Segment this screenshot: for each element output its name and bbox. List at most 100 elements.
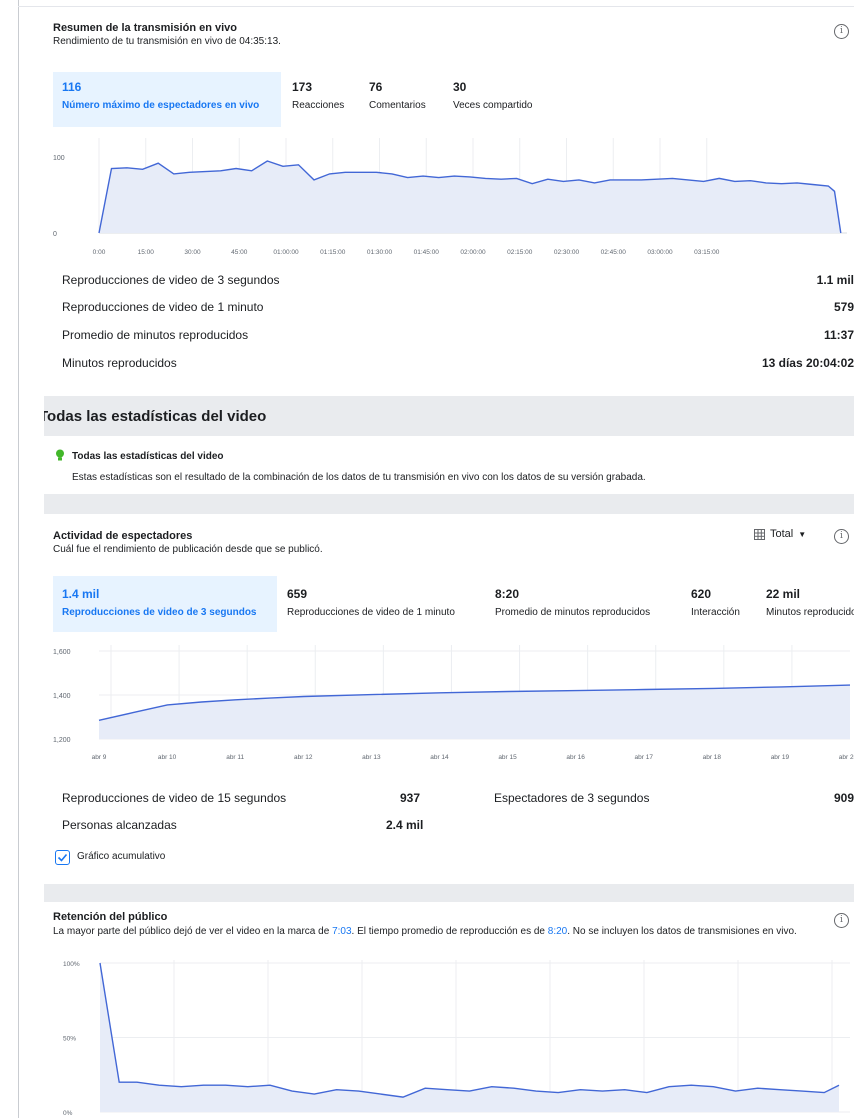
stat-label-3s-viewers: Espectadores de 3 segundos [494, 791, 650, 805]
retention-description: La mayor parte del público dejó de ver e… [53, 925, 813, 939]
caret-down-icon: ▼ [798, 529, 807, 539]
all-stats-notice-title: Todas las estadísticas del video [72, 451, 224, 462]
tab-3s-views[interactable]: 1.4 mil Reproducciones de video de 3 seg… [53, 576, 277, 632]
tab-shares[interactable]: 30 Veces compartido [453, 80, 533, 111]
x-tick-label: 02:15:00 [507, 249, 533, 256]
x-tick-label: abr 12 [294, 754, 313, 761]
tab-reactions-label: Reacciones [292, 100, 345, 111]
panel-left-border [18, 0, 19, 1118]
tab-peak-live-viewers-value: 116 [62, 80, 82, 94]
x-tick-label: 01:45:00 [414, 249, 440, 256]
x-tick-label: 0:00 [93, 249, 106, 256]
x-tick-label: 02:00:00 [460, 249, 486, 256]
tab-1min-views-value: 659 [287, 587, 308, 601]
stat-value-15s-views: 937 [400, 791, 421, 805]
live-viewers-chart: 0:00 15:00 30:00 45:00 01:00:00 01:15:00 01:30… [53, 138, 847, 256]
x-tick-label: 01:30:00 [367, 249, 393, 256]
x-tick-label: abr 10 [158, 754, 177, 761]
viewer-activity-chart: abr 9 abr 10 abr 11 abr 12 abr 13 abr 14 abr 1… [53, 645, 854, 761]
metric-value-avg-minutes: 11:37 [823, 328, 854, 342]
tab-3s-views-value: 1.4 mil [62, 587, 100, 601]
retention-avg-time: 8:20 [547, 926, 568, 937]
x-tick-label: abr 13 [362, 754, 381, 761]
tab-minutes-viewed-label: Minutos reproducidos [766, 607, 854, 618]
tab-engagement-value: 620 [691, 587, 712, 601]
stat-label-people-reached: Personas alcanzadas [62, 818, 177, 832]
metric-label-1min-views: Reproducciones de video de 1 minuto [62, 300, 264, 314]
x-tick-label: 15:00 [138, 249, 155, 256]
cumulative-chart-label: Gráfico acumulativo [77, 851, 166, 862]
x-tick-label: abr 17 [635, 754, 654, 761]
retention-chart: 100% 50% 0% [63, 960, 850, 1117]
tab-peak-live-viewers[interactable]: 116 Número máximo de espectadores en viv… [53, 72, 281, 127]
tab-comments-label: Comentarios [369, 100, 426, 111]
tab-1min-views-label: Reproducciones de video de 1 minuto [287, 607, 455, 618]
metric-value-3s-views: 1.1 mil [816, 273, 854, 287]
stat-value-people-reached: 2.4 mil [386, 818, 424, 832]
tab-comments[interactable]: 76 Comentarios [369, 80, 426, 111]
x-tick-label: abr 9 [92, 754, 107, 761]
y-tick-label: 100% [63, 961, 80, 968]
viewer-activity-title: Actividad de espectadores [53, 530, 193, 542]
tab-reactions-value: 173 [292, 80, 313, 94]
y-tick-label: 50% [63, 1036, 76, 1043]
x-tick-label: 02:45:00 [601, 249, 627, 256]
x-tick-label: abr 16 [566, 754, 585, 761]
tab-engagement[interactable]: 620 Interacción [691, 587, 740, 618]
x-tick-label: abr 19 [771, 754, 790, 761]
tab-avg-minutes[interactable]: 8:20 Promedio de minutos reproducidos [495, 587, 650, 618]
retention-drop-mark: 7:03 [332, 926, 352, 937]
x-tick-label: 01:00:00 [273, 249, 299, 256]
x-tick-label: 02:30:00 [554, 249, 580, 256]
viewer-activity-subtitle: Cuál fue el rendimiento de publicación d… [53, 544, 323, 555]
live-summary-subtitle: Rendimiento de tu transmisión en vivo de… [53, 36, 281, 47]
y-tick-label: 0 [53, 231, 57, 238]
tab-shares-label: Veces compartido [453, 100, 533, 111]
x-tick-label: 01:15:00 [320, 249, 346, 256]
retention-title: Retención del público [53, 911, 168, 923]
panel-top-border [18, 6, 854, 7]
live-summary-title: Resumen de la transmisión en vivo [53, 22, 238, 34]
tab-minutes-viewed[interactable]: 22 mil Minutos reproducidos [766, 587, 854, 618]
x-tick-label: abr 15 [498, 754, 517, 761]
total-dropdown[interactable]: Total ▼ [754, 528, 806, 540]
retention-desc-part2: . El tiempo promedio de reproducción es … [351, 926, 548, 937]
y-tick-label: 0% [63, 1110, 73, 1117]
viewer-activity-info-icon[interactable]: i [834, 529, 849, 544]
series-line [99, 962, 840, 1098]
tab-avg-minutes-value: 8:20 [495, 587, 520, 601]
metric-label-avg-minutes: Promedio de minutos reproducidos [62, 328, 249, 342]
retention-info-icon[interactable]: i [834, 913, 849, 928]
x-tick-label: 30:00 [184, 249, 201, 256]
x-tick-label: abr 14 [430, 754, 449, 761]
y-tick-label: 100 [53, 155, 65, 162]
stat-label-15s-views: Reproducciones de video de 15 segundos [62, 791, 287, 805]
tab-3s-views-label: Reproducciones de video de 3 segundos [62, 607, 257, 618]
x-tick-label: abr 18 [703, 754, 722, 761]
all-stats-notice-body: Estas estadísticas son el resultado de l… [72, 472, 646, 483]
live-summary-info-icon[interactable]: i [834, 24, 849, 39]
lightbulb-icon [56, 449, 64, 461]
metric-label-minutes-viewed: Minutos reproducidos [62, 356, 177, 370]
tab-minutes-viewed-value: 22 mil [766, 587, 801, 601]
metric-label-3s-views: Reproducciones de video de 3 segundos [62, 273, 280, 287]
cumulative-chart-checkbox[interactable] [55, 850, 70, 865]
y-tick-label: 1,400 [53, 693, 71, 700]
y-tick-label: 1,600 [53, 649, 71, 656]
section-divider-band [44, 494, 854, 514]
metric-value-1min-views: 579 [833, 300, 854, 314]
tab-shares-value: 30 [453, 80, 467, 94]
x-tick-label: 03:00:00 [647, 249, 673, 256]
tab-avg-minutes-label: Promedio de minutos reproducidos [495, 607, 651, 618]
tab-1min-views[interactable]: 659 Reproducciones de video de 1 minuto [287, 587, 455, 618]
total-dropdown-label: Total [770, 528, 794, 540]
x-tick-label: 03:15:00 [694, 249, 720, 256]
tab-comments-value: 76 [369, 80, 383, 94]
checkmark-icon [57, 853, 68, 862]
tab-engagement-label: Interacción [691, 607, 740, 618]
stat-value-3s-viewers: 909 [833, 791, 854, 805]
tab-reactions[interactable]: 173 Reacciones [292, 80, 344, 111]
tab-peak-live-viewers-label: Número máximo de espectadores en vivo [62, 100, 260, 111]
x-tick-label: abr 20 [839, 754, 854, 761]
retention-desc-part3: . No se incluyen los datos de transmisio… [567, 926, 797, 937]
